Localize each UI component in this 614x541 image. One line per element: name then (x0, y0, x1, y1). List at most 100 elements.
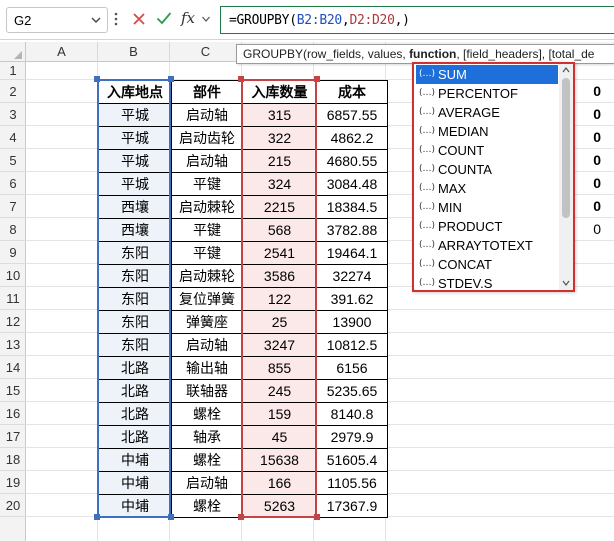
cell[interactable]: 315 (242, 103, 317, 127)
autocomplete-item-stdev-s[interactable]: (…) STDEV.S (416, 274, 558, 290)
row-header[interactable]: 5 (0, 149, 26, 172)
cell[interactable]: 平城 (98, 172, 172, 196)
header-quantity[interactable]: 入库数量 (242, 80, 317, 104)
cell[interactable]: 东阳 (98, 333, 172, 357)
range-handle[interactable] (94, 514, 100, 520)
cell[interactable]: 东阳 (98, 310, 172, 334)
scroll-down-icon[interactable] (562, 279, 570, 287)
cell[interactable]: 166 (242, 471, 317, 495)
cell[interactable]: 启动轴 (171, 471, 243, 495)
cell[interactable]: 159 (242, 402, 317, 426)
cell[interactable]: 3084.48 (316, 172, 388, 196)
autocomplete-item-counta[interactable]: (…) COUNTA (416, 160, 558, 179)
row-header[interactable]: 17 (0, 425, 26, 448)
autocomplete-item-max[interactable]: (…) MAX (416, 179, 558, 198)
cell[interactable]: 32274 (316, 264, 388, 288)
autocomplete-item-sum[interactable]: (…) SUM (416, 65, 558, 84)
range-handle[interactable] (168, 76, 174, 82)
autocomplete-item-product[interactable]: (…) PRODUCT (416, 217, 558, 236)
result-cell[interactable]: 0 (575, 103, 601, 126)
range-handle[interactable] (168, 514, 174, 520)
cell[interactable]: 启动棘轮 (171, 264, 243, 288)
cell[interactable]: 中埔 (98, 471, 172, 495)
row-header[interactable]: 9 (0, 241, 26, 264)
cell[interactable]: 51605.4 (316, 448, 388, 472)
scrollbar-thumb[interactable] (562, 78, 570, 218)
autocomplete-item-arraytotext[interactable]: (…) ARRAYTOTEXT (416, 236, 558, 255)
cell[interactable]: 螺栓 (171, 448, 243, 472)
range-handle[interactable] (238, 76, 244, 82)
autocomplete-item-percentof[interactable]: (…) PERCENTOF (416, 84, 558, 103)
cell[interactable]: 19464.1 (316, 241, 388, 265)
insert-function-icon[interactable]: fx (181, 9, 195, 27)
cell[interactable]: 855 (242, 356, 317, 380)
autocomplete-item-median[interactable]: (…) MEDIAN (416, 122, 558, 141)
cell[interactable]: 弹簧座 (171, 310, 243, 334)
cell[interactable]: 东阳 (98, 287, 172, 311)
row-header[interactable]: 13 (0, 333, 26, 356)
cell[interactable]: 启动棘轮 (171, 195, 243, 219)
row-header[interactable]: 15 (0, 379, 26, 402)
select-all-corner[interactable] (0, 42, 26, 62)
column-header-a[interactable]: A (26, 42, 98, 62)
cell[interactable]: 启动轴 (171, 149, 243, 173)
column-header-b[interactable]: B (98, 42, 170, 62)
row-header[interactable]: 1 (0, 62, 26, 80)
formula-input[interactable]: =GROUPBY(B2:B20,D2:D20,) (220, 6, 614, 34)
cell[interactable]: 平键 (171, 172, 243, 196)
chevron-down-icon[interactable] (201, 14, 211, 24)
row-header[interactable]: 7 (0, 195, 26, 218)
cell[interactable]: 中埔 (98, 448, 172, 472)
result-cell[interactable]: 0 (575, 80, 601, 103)
cell[interactable]: 复位弹簧 (171, 287, 243, 311)
cell[interactable]: 2215 (242, 195, 317, 219)
range-handle[interactable] (314, 76, 320, 82)
range-handle[interactable] (314, 514, 320, 520)
cell[interactable]: 25 (242, 310, 317, 334)
cell[interactable]: 568 (242, 218, 317, 242)
cell[interactable]: 3586 (242, 264, 317, 288)
cell[interactable]: 2541 (242, 241, 317, 265)
row-header[interactable]: 20 (0, 494, 26, 517)
cell[interactable]: 北路 (98, 425, 172, 449)
cell[interactable]: 18384.5 (316, 195, 388, 219)
cell[interactable]: 平键 (171, 241, 243, 265)
row-header[interactable]: 8 (0, 218, 26, 241)
cell[interactable]: 3782.88 (316, 218, 388, 242)
cell[interactable]: 中埔 (98, 494, 172, 518)
cell[interactable]: 10812.5 (316, 333, 388, 357)
cell[interactable]: 北路 (98, 402, 172, 426)
row-header[interactable]: 11 (0, 287, 26, 310)
row-header[interactable]: 10 (0, 264, 26, 287)
autocomplete-item-concat[interactable]: (…) CONCAT (416, 255, 558, 274)
cell[interactable]: 启动轴 (171, 103, 243, 127)
cell[interactable]: 4680.55 (316, 149, 388, 173)
cell[interactable]: 5263 (242, 494, 317, 518)
cell[interactable]: 西壤 (98, 218, 172, 242)
header-cost[interactable]: 成本 (316, 80, 388, 104)
cell[interactable]: 螺栓 (171, 402, 243, 426)
cell[interactable]: 4862.2 (316, 126, 388, 150)
row-header[interactable]: 18 (0, 448, 26, 471)
name-box[interactable]: G2 (6, 7, 108, 33)
cell[interactable]: 391.62 (316, 287, 388, 311)
cell[interactable]: 322 (242, 126, 317, 150)
autocomplete-item-count[interactable]: (…) COUNT (416, 141, 558, 160)
row-header[interactable]: 14 (0, 356, 26, 379)
cell[interactable]: 输出轴 (171, 356, 243, 380)
cell[interactable]: 轴承 (171, 425, 243, 449)
cell[interactable]: 西壤 (98, 195, 172, 219)
range-handle[interactable] (238, 514, 244, 520)
cell[interactable]: 6156 (316, 356, 388, 380)
cell[interactable]: 螺栓 (171, 494, 243, 518)
result-cell[interactable]: 0 (575, 195, 601, 218)
cell[interactable]: 122 (242, 287, 317, 311)
cell[interactable]: 东阳 (98, 241, 172, 265)
autocomplete-item-min[interactable]: (…) MIN (416, 198, 558, 217)
row-header[interactable]: 6 (0, 172, 26, 195)
header-location[interactable]: 入库地点 (98, 80, 172, 104)
cancel-icon[interactable] (132, 12, 146, 26)
result-cell[interactable]: 0 (575, 218, 601, 241)
row-header[interactable]: 19 (0, 471, 26, 494)
cell[interactable]: 启动轴 (171, 333, 243, 357)
